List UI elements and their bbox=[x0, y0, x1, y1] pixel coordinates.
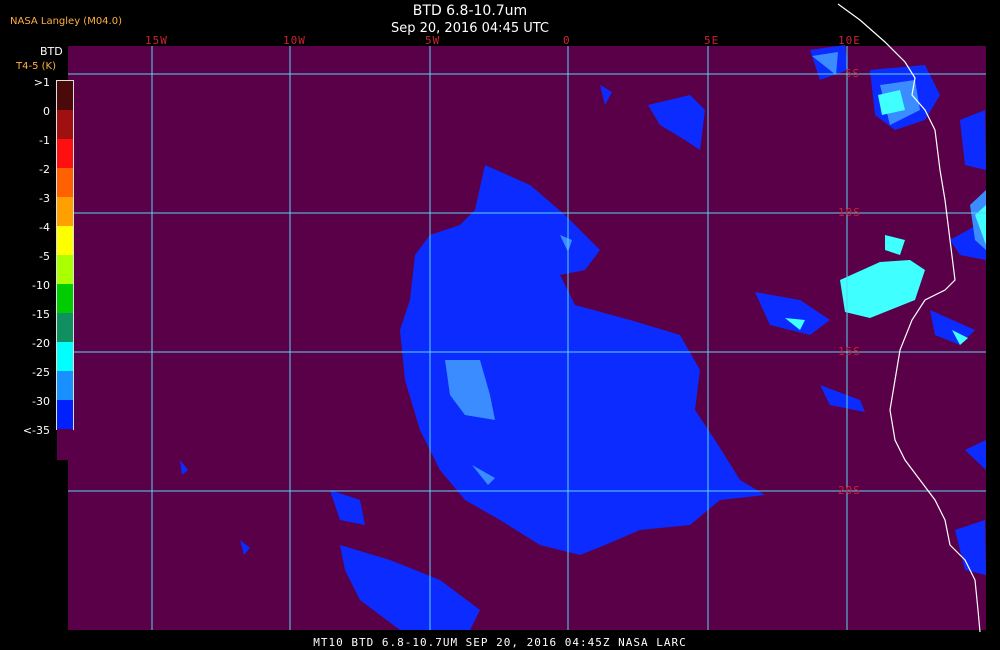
legend-tick-label: -4 bbox=[39, 221, 50, 234]
legend-tick-label: -25 bbox=[32, 366, 50, 379]
satellite-map bbox=[68, 3, 986, 633]
lon-label-10w: 10W bbox=[283, 34, 306, 47]
legend-tick-label: -15 bbox=[32, 308, 50, 321]
legend-swatch bbox=[57, 284, 73, 313]
legend-swatch bbox=[57, 342, 73, 371]
color-scale-bar bbox=[56, 80, 74, 460]
legend-swatch bbox=[57, 429, 73, 460]
legend-tick-label: -1 bbox=[39, 134, 50, 147]
legend-tick-label: -5 bbox=[39, 250, 50, 263]
lat-label-10s: 10S bbox=[838, 206, 861, 219]
legend-tick-label: -3 bbox=[39, 192, 50, 205]
legend-swatch bbox=[57, 139, 73, 168]
legend-tick-label: -2 bbox=[39, 163, 50, 176]
lon-label-5w: 5W bbox=[425, 34, 441, 47]
legend-tick-label: -20 bbox=[32, 337, 50, 350]
footer-caption: MT10 BTD 6.8-10.7UM SEP 20, 2016 04:45Z … bbox=[313, 636, 687, 649]
legend-tick-label: 0 bbox=[43, 105, 50, 118]
legend-swatch bbox=[57, 110, 73, 139]
legend-swatch bbox=[57, 81, 73, 110]
datetime-label: Sep 20, 2016 04:45 UTC bbox=[390, 21, 550, 36]
legend-swatch bbox=[57, 371, 73, 400]
legend-swatch bbox=[57, 313, 73, 342]
legend-swatch bbox=[57, 400, 73, 429]
legend-swatch bbox=[57, 255, 73, 284]
legend-swatch bbox=[57, 168, 73, 197]
lon-label-15w: 15W bbox=[145, 34, 168, 47]
legend-tick-label: -10 bbox=[32, 279, 50, 292]
legend-title: BTD bbox=[40, 45, 63, 58]
lat-label-20s: 20S bbox=[838, 484, 861, 497]
lat-label-15s: 15S bbox=[838, 345, 861, 358]
lon-label-10e: 10E bbox=[838, 34, 861, 47]
legend-swatch bbox=[57, 197, 73, 226]
lon-label-5e: 5E bbox=[704, 34, 720, 47]
lon-label-0: 0 bbox=[563, 34, 571, 47]
chart-title: BTD 6.8-10.7um bbox=[412, 3, 528, 19]
legend-subtitle: T4-5 (K) bbox=[16, 61, 56, 72]
lat-label-5s: 5S bbox=[845, 67, 861, 80]
legend-tick-label: >1 bbox=[33, 76, 50, 89]
legend-tick-label: <-35 bbox=[22, 424, 50, 437]
legend-tick-label: -30 bbox=[32, 395, 50, 408]
legend-swatch bbox=[57, 226, 73, 255]
